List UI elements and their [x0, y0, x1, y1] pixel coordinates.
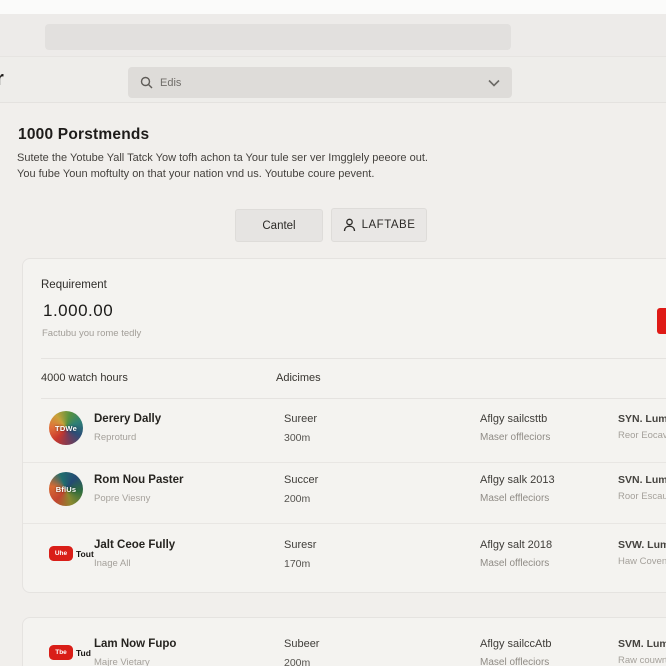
- channel-avatar-icon: BflUs: [49, 472, 83, 506]
- row-separator: [23, 523, 666, 524]
- row-subtitle: Majre Vietary: [94, 657, 150, 666]
- search-placeholder: Edis: [160, 76, 182, 89]
- row-stat-label: Succer: [284, 474, 319, 486]
- divider: [41, 358, 666, 359]
- row-detail-sub: Masel effleciors: [480, 493, 550, 504]
- avatar-text: TDWe: [55, 423, 77, 433]
- cancel-button-label: Cantel: [262, 219, 296, 232]
- row-detail: Aflgy salt 2018: [480, 539, 553, 551]
- row-separator: [23, 462, 666, 463]
- primary-button-label: LAFTABE: [361, 219, 416, 231]
- page-title: 1000 Porstmends: [18, 126, 150, 143]
- row-stat-value: 300m: [284, 432, 311, 444]
- row-detail-sub: Masel offleciors: [480, 657, 550, 666]
- row-right-label: SYN. Lume Pa: [618, 413, 666, 425]
- row-right-sub: Haw Covent: [618, 556, 666, 567]
- youtube-brand-text: Tud: [76, 647, 91, 658]
- row-detail-sub: Masel offleciors: [480, 558, 550, 569]
- avatar-text: BflUs: [55, 484, 77, 494]
- top-strip: [0, 0, 666, 14]
- chevron-down-icon[interactable]: [488, 79, 500, 87]
- row-right-sub: Raw couwrt: [618, 655, 666, 666]
- row-detail: Aflgy salk 2013: [480, 474, 555, 486]
- channel-avatar-icon: TDWe: [49, 411, 83, 445]
- youtube-logo-icon: Tbe Tud: [49, 645, 91, 660]
- search-input[interactable]: Edis: [128, 67, 512, 98]
- secondary-card: Tbe Tud Lam Now Fupo Majre Vietary Subee…: [22, 617, 666, 666]
- left-text-fragment: r: [0, 68, 4, 91]
- browser-address-bar[interactable]: [45, 24, 511, 50]
- row-stat-label: Subeer: [284, 638, 320, 650]
- column-header-watch-hours: 4000 watch hours: [41, 372, 128, 384]
- row-detail: Aflgy sailcsttb: [480, 413, 548, 425]
- row-stat-value: 200m: [284, 493, 311, 505]
- divider: [41, 398, 666, 399]
- row-title: Derery Dally: [94, 413, 162, 425]
- row-detail-sub: Maser offleciors: [480, 432, 551, 443]
- requirement-caption: Factubu you rome tedly: [42, 328, 142, 339]
- youtube-brand-text: Tout: [76, 548, 94, 559]
- row-subtitle: Popre Viesny: [94, 493, 151, 504]
- row-right-label: SVN. Lume Pa: [618, 474, 666, 486]
- search-icon: [140, 76, 153, 89]
- primary-action-button[interactable]: LAFTABE: [331, 208, 427, 242]
- youtube-badge: Uhe: [49, 546, 73, 561]
- row-right-sub: Roor Escaurt: [618, 491, 666, 502]
- row-title: Rom Nou Paster: [94, 474, 184, 486]
- requirement-amount: 1.000.00: [43, 301, 114, 320]
- table-row[interactable]: TDWe Derery Dally Reproturd Sureer 300m …: [23, 403, 666, 461]
- row-stat-label: Sureer: [284, 413, 318, 425]
- table-row[interactable]: Uhe Tout Jalt Ceoe Fully Inage All Sures…: [23, 529, 666, 587]
- person-icon: [343, 218, 355, 232]
- row-stat-value: 170m: [284, 558, 311, 570]
- table-row[interactable]: Tbe Tud Lam Now Fupo Majre Vietary Subee…: [23, 628, 666, 666]
- app-window: r Edis 1000 Porstmends Sutete the Yotube…: [0, 0, 666, 666]
- youtube-logo-icon: Uhe Tout: [49, 546, 94, 561]
- row-right-label: SVM. Lume Pa: [618, 638, 666, 650]
- row-detail: Aflgy sailccAtb: [480, 638, 552, 650]
- row-title: Lam Now Fupo: [94, 638, 177, 650]
- youtube-badge: Tbe: [49, 645, 73, 660]
- red-action-button[interactable]: [657, 308, 666, 334]
- row-title: Jalt Ceoe Fully: [94, 539, 176, 551]
- requirement-card: Requirement 1.000.00 Factubu you rome te…: [22, 258, 666, 593]
- row-subtitle: Reproturd: [94, 432, 137, 443]
- cancel-button[interactable]: Cantel: [235, 209, 323, 242]
- row-right-sub: Reor Eocavrt: [618, 430, 666, 441]
- table-row[interactable]: BflUs Rom Nou Paster Popre Viesny Succer…: [23, 464, 666, 522]
- row-right-label: SVW. Lume Pa: [618, 539, 666, 551]
- page-description-line2: You fube Youn moftulty on that your nati…: [17, 168, 375, 180]
- row-stat-value: 200m: [284, 657, 311, 666]
- row-subtitle: Inage All: [94, 558, 131, 569]
- row-stat-label: Suresr: [284, 539, 317, 551]
- page-description-line1: Sutete the Yotube Yall Tatck Yow tofh ac…: [17, 152, 428, 164]
- column-header-adicimes: Adicimes: [276, 372, 321, 384]
- section-title: Requirement: [41, 279, 107, 291]
